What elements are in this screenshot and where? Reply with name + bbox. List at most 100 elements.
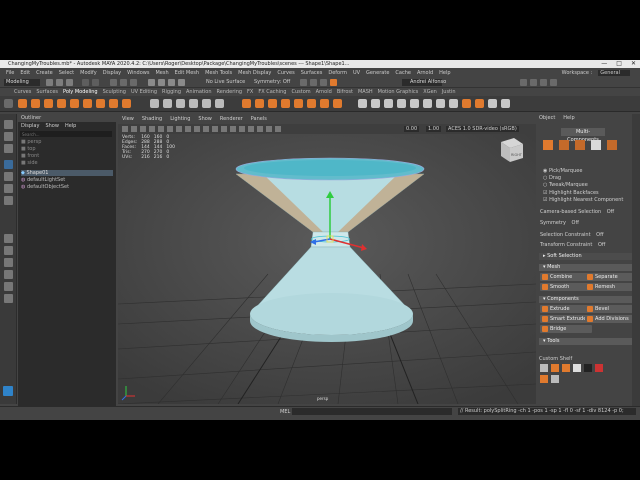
radio-drag[interactable]: ○ Drag [543,175,561,181]
bevel-button[interactable]: Bevel [585,305,637,313]
rotate-tool-icon[interactable] [4,172,13,181]
append-polygon-icon[interactable] [294,99,303,108]
antialiasing-icon[interactable] [257,126,263,132]
outliner-item-shape01[interactable]: ◆ Shape01 [21,170,113,176]
viewport-menu-panels[interactable]: Panels [251,116,267,122]
prop-camera-based-selection[interactable]: Camera-based Selection Off [540,209,614,215]
quad-draw-icon[interactable] [449,99,458,108]
multi-components-header[interactable]: Multi-Components [561,128,605,143]
section-tools[interactable]: ▾ Tools [539,338,633,345]
user-account[interactable]: Andrei Alfonso [402,79,446,86]
shelf-tab-xgen[interactable]: XGen [423,89,437,96]
lights-icon[interactable] [230,126,236,132]
super-shape-icon[interactable] [122,99,131,108]
viewport-menu-lighting[interactable]: Lighting [170,116,190,122]
undo-icon[interactable] [82,79,89,86]
snap-view-icon[interactable] [178,79,185,86]
section-soft-selection[interactable]: ▸ Soft Selection [539,253,633,260]
outliner-item-persp[interactable]: ■ persp [21,139,113,145]
menu-mesh-tools[interactable]: Mesh Tools [205,70,232,76]
render-settings-icon[interactable] [320,79,327,86]
poly-cylinder-icon[interactable] [44,99,53,108]
prop-transform-constraint[interactable]: Transform Constraint Off [540,242,605,248]
radio-tweak-marquee[interactable]: ○ Tweak/Marquee [543,182,588,188]
shelf-tab-custom[interactable]: Custom [291,89,310,96]
remesh-button[interactable]: Remesh [585,283,637,291]
layout-uv-icon[interactable] [436,99,445,108]
checkbox-highlight-backfaces[interactable]: ☑ Highlight Backfaces [543,190,599,196]
panel-tab-help[interactable]: Help [563,115,574,121]
prop-symmetry[interactable]: Symmetry Off [540,220,579,226]
add-divisions-button[interactable]: Add Divisions [585,315,637,323]
snap-grid-icon[interactable] [148,79,155,86]
maximize-button[interactable]: □ [616,60,622,68]
object-mode-icon[interactable] [543,140,553,150]
viewport-menu-renderer[interactable]: Renderer [220,116,243,122]
command-language-toggle[interactable]: MEL [280,409,290,415]
select-hierarchy-icon[interactable] [110,79,117,86]
camera-attributes-icon[interactable] [131,126,137,132]
cut-uv-icon[interactable] [397,99,406,108]
select-object-icon[interactable] [120,79,127,86]
menu-help[interactable]: Help [439,70,450,76]
bridge-button[interactable]: Bridge [540,325,592,333]
mirror-icon[interactable] [202,99,211,108]
textured-icon[interactable] [221,126,227,132]
poly-cone-icon[interactable] [57,99,66,108]
colorspace-dropdown[interactable]: ACES 1.0 SDR-video (sRGB) [446,126,519,132]
uv-editor-icon[interactable] [358,99,367,108]
checkbox-highlight-nearest[interactable]: ☑ Highlight Nearest Component [543,197,623,203]
outliner-search-input[interactable] [20,131,112,137]
combine-icon[interactable] [150,99,159,108]
last-tool-icon[interactable] [4,196,13,205]
bridge-icon[interactable] [255,99,264,108]
bookmarks-icon[interactable] [140,126,146,132]
minimize-button[interactable]: — [601,60,607,68]
pinch-icon[interactable] [501,99,510,108]
grid-toggle-icon[interactable] [158,126,164,132]
lasso-tool-icon[interactable] [4,132,13,141]
menu-display[interactable]: Display [103,70,121,76]
face-mode-icon[interactable] [591,140,601,150]
shelf-tab-justin[interactable]: Justin [442,89,456,96]
prop-selection-constraint[interactable]: Selection Constraint Off [540,232,604,238]
menu-cache[interactable]: Cache [395,70,411,76]
viewport-menu-view[interactable]: View [122,116,134,122]
outliner-menu-help[interactable]: Help [65,123,76,129]
target-weld-icon[interactable] [333,99,342,108]
edge-mode-icon[interactable] [575,140,585,150]
scale-tool-icon[interactable] [4,184,13,193]
menu-deform[interactable]: Deform [328,70,347,76]
outliner-menu-display[interactable]: Display [21,123,39,129]
shelf-tab-mash[interactable]: MASH [358,89,373,96]
custom-tool-2-icon[interactable] [551,364,559,372]
menu-modify[interactable]: Modify [80,70,97,76]
workspace-dropdown[interactable]: General [598,69,630,76]
move-tool-icon[interactable] [4,160,13,169]
remesh-icon[interactable] [215,99,224,108]
custom-tool-7-icon[interactable] [540,375,548,383]
shelf-tab-bifrost[interactable]: Bifrost [337,89,353,96]
shelf-tab-rigging[interactable]: Rigging [162,89,181,96]
menu-arnold[interactable]: Arnold [417,70,433,76]
snap-curve-icon[interactable] [158,79,165,86]
shelf-tab-surfaces[interactable]: Surfaces [36,89,58,96]
film-gate-icon[interactable] [167,126,173,132]
custom-tool-3-icon[interactable] [562,364,570,372]
custom-tool-8-icon[interactable] [551,375,559,383]
platonic-solid-icon[interactable] [109,99,118,108]
custom-tool-4-icon[interactable] [573,364,581,372]
sculpt-icon[interactable] [462,99,471,108]
viewport-3d[interactable]: RIGHT persp Verts: 160 160 0 Edges: 288 288 0 … [118,134,536,404]
outliner-item-front[interactable]: ■ front [21,153,113,159]
viewport-menu-shading[interactable]: Shading [142,116,162,122]
poly-torus-icon[interactable] [70,99,79,108]
new-scene-icon[interactable] [46,79,53,86]
automatic-map-icon[interactable] [384,99,393,108]
menu-generate[interactable]: Generate [366,70,389,76]
camera-select-icon[interactable] [122,126,128,132]
poly-sphere-icon[interactable] [18,99,27,108]
planar-map-icon[interactable] [371,99,380,108]
redo-icon[interactable] [92,79,99,86]
outliner-item-defaultobjectset[interactable]: ◍ defaultObjectSet [21,184,113,190]
